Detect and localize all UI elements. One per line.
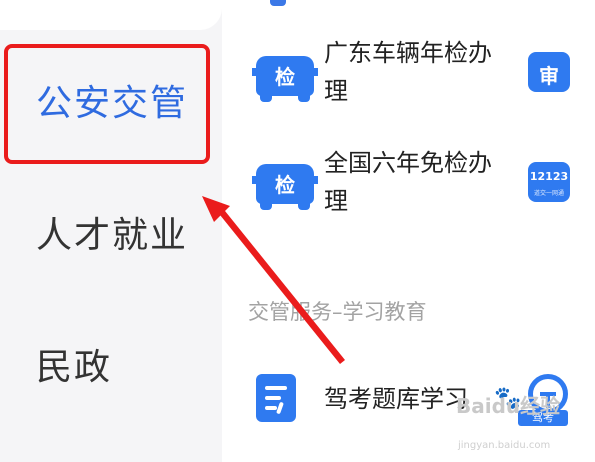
sidebar-top-divider	[0, 0, 222, 30]
car-inspection-icon: 检	[252, 50, 318, 102]
service-title: 广东车辆年检办 理	[324, 34, 504, 110]
review-glyph: 审	[539, 64, 559, 88]
service-title-line2: 理	[324, 187, 348, 215]
partial-icon-top	[270, 0, 286, 6]
inspection-glyph: 检	[275, 65, 295, 89]
sidebar: 公安交管 人才就业 民政	[0, 0, 222, 462]
watermark-url: jingyan.baidu.com	[458, 440, 551, 451]
car-inspection-icon: 检	[252, 158, 318, 210]
app-12123-glyph: 12123	[529, 170, 569, 183]
section-title: 交管服务–学习教育	[248, 300, 427, 324]
app-12123-subtitle: 道交一网通	[533, 190, 564, 197]
highlight-box-annotation	[4, 44, 210, 164]
document-icon	[256, 374, 296, 422]
service-title-line1: 广东车辆年检办	[324, 39, 492, 67]
sidebar-item-talent-employment[interactable]: 人才就业	[36, 206, 188, 258]
inspection-glyph: 检	[275, 173, 295, 197]
service-title-line2: 理	[324, 77, 348, 105]
watermark-brand: Baidu经验	[456, 394, 561, 418]
service-title: 全国六年免检办 理	[324, 144, 504, 220]
sidebar-item-civil-affairs[interactable]: 民政	[36, 338, 112, 390]
service-title-line1: 全国六年免检办	[324, 149, 492, 177]
